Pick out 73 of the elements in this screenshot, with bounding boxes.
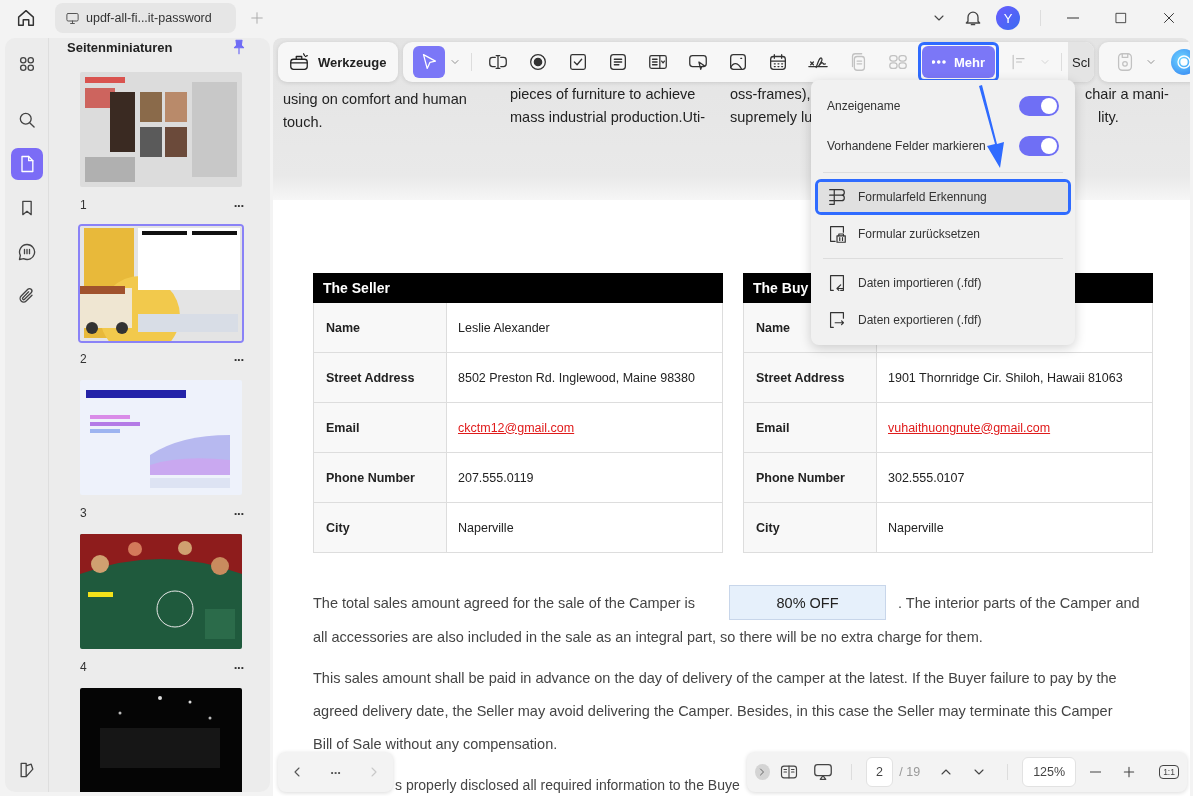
maximize-icon [1113,10,1129,26]
more-button[interactable]: ··· [233,198,244,213]
body-text: s properly disclosed all required information to the Buye [395,776,740,793]
home-icon [15,7,37,29]
document-tab[interactable]: updf-all-fi...it-password [55,3,236,33]
body-text: mass industrial production.Uti- [510,108,706,127]
toolbox-icon [288,51,310,73]
body-text: . The interior parts of the Camper and [898,594,1140,611]
body-text: lity. [1098,108,1119,127]
table-cell: City [314,503,447,552]
comment-icon [16,242,37,262]
menu-label: Vorhandene Felder markieren [827,139,987,153]
table-title: The Seller [313,273,723,303]
dots-icon [932,60,946,64]
table-cell: Name [314,303,447,352]
body-text: using on comfort and human [283,90,467,109]
body-text: chair a mani- [1085,85,1169,104]
zoom-field[interactable]: 125% [1022,757,1077,787]
avatar[interactable]: Y [996,6,1020,30]
email-link[interactable]: vuhaithuongnute@gmail.com [877,420,1051,435]
minus-icon [1090,771,1102,773]
table-cell-text: 1901 Thornridge Cir. Shiloh, Hawaii 81063 [887,369,1124,387]
toolbar-label[interactable]: Scl [1067,42,1095,82]
menu-item[interactable]: Formularfeld Erkennung [818,182,1068,212]
body-text: oss-frames), [730,85,811,104]
table-cell: Email [744,403,877,452]
presentation-icon [811,761,834,783]
page-total: / 19 [899,765,921,779]
email-link[interactable]: ckctm12@gmail.com [447,420,575,435]
actual-size-button[interactable]: 1:1 [1159,765,1179,779]
body-text: This sales amount shall be paid in advance on the day of delivery of the camper at the latest. If the Buyer failure to pay by the [313,669,1117,686]
body-text: touch. [283,113,323,132]
more-button[interactable]: ··· [233,352,244,367]
body-text: The total sales amount agreed for the sale of the Camper is [313,594,696,611]
panel-title: Seitenminiaturen [67,39,174,55]
page-number: 3 [80,506,87,521]
table-cell-text: Naperville [457,519,515,537]
body-text: all accessories are also included in the sale as an integral part, so there will be no extra charge for them. [313,628,983,645]
toggle-switch[interactable] [1019,96,1059,116]
body-text: agreed delivery date, the Seller may avoid delivering the Camper. Besides, in this case the Seller may terminate this Camper [313,702,1113,719]
body-text: Bill of Sale without any compensation. [313,735,558,752]
table-cell-text: 207.555.0119 [457,469,535,487]
price-field[interactable]: 80% OFF [729,585,887,620]
page-input[interactable]: 2 [865,757,894,787]
body-text: supremely lu [730,108,813,127]
table-cell: Phone Number [314,453,447,502]
page-number: 1 [80,198,87,213]
table-cell: Phone Number [744,453,877,502]
table-cell-text: 8502 Preston Rd. Inglewood, Maine 98380 [457,369,696,387]
more-button[interactable]: Mehr [922,46,995,78]
table-cell: Street Address [314,353,447,402]
table-cell: Street Address [744,353,877,402]
table-cell: City [744,503,877,552]
page-number: 2 [80,352,87,367]
minimize-icon [1066,17,1080,19]
assistant-button[interactable] [1171,49,1190,75]
page-number: 4 [80,660,87,675]
body-text: pieces of furniture to achieve [510,85,696,104]
menu-item[interactable]: Formular zurücksetzen [818,219,1068,249]
menu-label: Anzeigename [827,99,902,113]
assistant-logo-icon [1175,53,1190,71]
tools-button[interactable]: Werkzeuge [278,42,399,82]
table-cell-text: Leslie Alexander [457,319,551,337]
toggle-switch[interactable] [1019,136,1059,156]
more-button[interactable]: ··· [233,660,244,675]
table-cell-text: 302.555.0107 [887,469,966,487]
plus-icon [248,9,266,27]
monitor-icon [65,10,80,26]
table-cell-text: Naperville [887,519,945,537]
form-detect-icon [826,186,848,208]
table-cell: Email [314,403,447,452]
sidebar-tab[interactable] [10,148,43,180]
more-button[interactable]: ··· [233,506,244,521]
